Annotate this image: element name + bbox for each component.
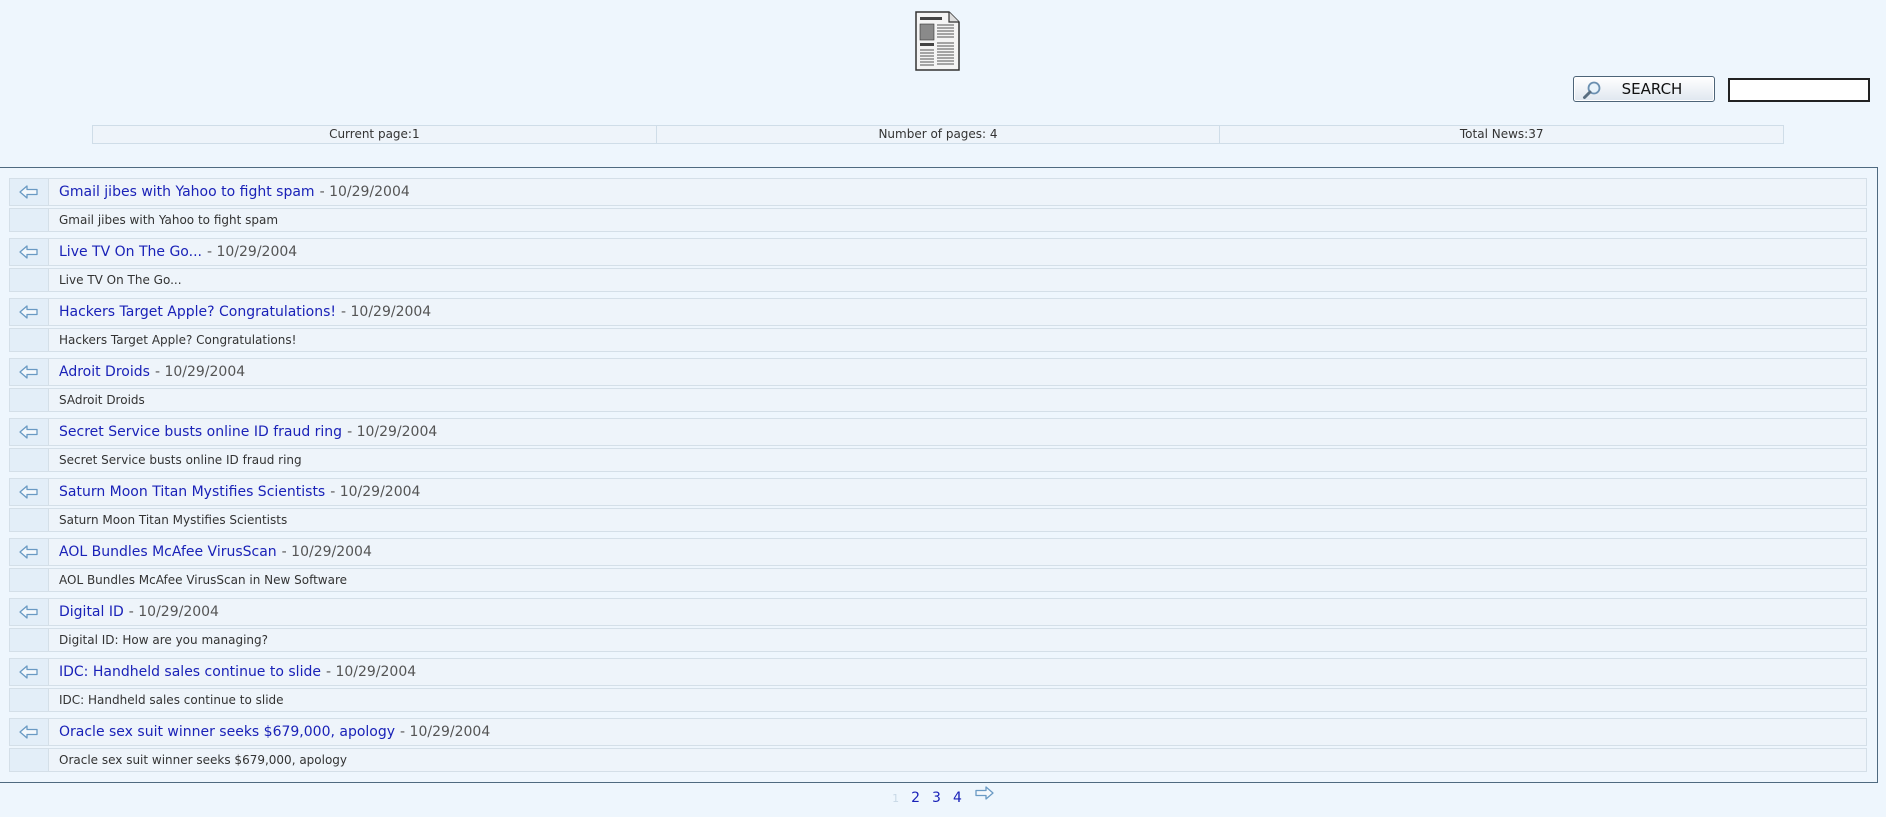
news-date: - 10/29/2004 <box>281 544 372 560</box>
news-title-link[interactable]: Saturn Moon Titan Mystifies Scientists <box>59 484 325 500</box>
number-of-pages-label: Number of pages: 4 <box>657 126 1221 143</box>
news-title-row: Gmail jibes with Yahoo to fight spam - 10… <box>9 178 1867 206</box>
news-description: Saturn Moon Titan Mystifies Scientists <box>59 513 288 527</box>
news-title-link[interactable]: Oracle sex suit winner seeks $679,000, a… <box>59 724 395 740</box>
news-desc-row: Digital ID: How are you managing? <box>9 628 1867 652</box>
news-description: Oracle sex suit winner seeks $679,000, a… <box>59 753 348 767</box>
left-arrow-icon[interactable] <box>10 359 49 385</box>
current-page-number: 1 <box>892 791 900 805</box>
page-link-4[interactable]: 4 <box>953 790 962 806</box>
news-title-link[interactable]: Digital ID <box>59 604 124 620</box>
row-spacer <box>10 449 49 471</box>
news-title-row: Digital ID - 10/29/2004 <box>9 598 1867 626</box>
news-date: - 10/29/2004 <box>341 304 432 320</box>
row-spacer <box>10 389 49 411</box>
news-desc-row: AOL Bundles McAfee VirusScan in New Soft… <box>9 568 1867 592</box>
news-title-link[interactable]: Secret Service busts online ID fraud rin… <box>59 424 342 440</box>
news-description: Live TV On The Go... <box>59 273 182 287</box>
news-title-row: Adroit Droids - 10/29/2004 <box>9 358 1867 386</box>
pagination: 1 2 3 4 <box>0 786 1886 809</box>
news-desc-row: Secret Service busts online ID fraud rin… <box>9 448 1867 472</box>
news-title-row: AOL Bundles McAfee VirusScan - 10/29/2004 <box>9 538 1867 566</box>
news-title-row: Hackers Target Apple? Congratulations! - … <box>9 298 1867 326</box>
news-date: - 10/29/2004 <box>206 244 298 260</box>
news-description: Hackers Target Apple? Congratulations! <box>59 333 297 347</box>
news-title-row: Secret Service busts online ID fraud rin… <box>9 418 1867 446</box>
news-desc-row: Oracle sex suit winner seeks $679,000, a… <box>9 748 1867 772</box>
news-description: AOL Bundles McAfee VirusScan in New Soft… <box>59 573 348 587</box>
news-list: Gmail jibes with Yahoo to fight spam - 10… <box>0 167 1878 783</box>
row-spacer <box>10 749 49 771</box>
news-title-link[interactable]: Gmail jibes with Yahoo to fight spam <box>59 184 315 200</box>
news-desc-row: SAdroit Droids <box>9 388 1867 412</box>
left-arrow-icon[interactable] <box>10 419 49 445</box>
page-link-3[interactable]: 3 <box>932 790 941 806</box>
page-link-2[interactable]: 2 <box>911 790 920 806</box>
row-spacer <box>10 629 49 651</box>
news-title-link[interactable]: Adroit Droids <box>59 364 150 380</box>
news-description: Secret Service busts online ID fraud rin… <box>59 453 302 467</box>
news-title-link[interactable]: Live TV On The Go... <box>59 244 202 260</box>
news-title-row: IDC: Handheld sales continue to slide - 1… <box>9 658 1867 686</box>
news-desc-row: Hackers Target Apple? Congratulations! <box>9 328 1867 352</box>
row-spacer <box>10 329 49 351</box>
current-page-label: Current page:1 <box>93 126 657 143</box>
news-description: Digital ID: How are you managing? <box>59 633 268 647</box>
left-arrow-icon[interactable] <box>10 299 49 325</box>
stats-bar: Current page:1 Number of pages: 4 Total … <box>92 125 1784 144</box>
row-spacer <box>10 209 49 231</box>
news-description: SAdroit Droids <box>59 393 145 407</box>
newspaper-logo-icon <box>913 10 961 72</box>
row-spacer <box>10 689 49 711</box>
next-page-arrow-icon[interactable] <box>974 786 994 804</box>
row-spacer <box>10 569 49 591</box>
news-date: - 10/29/2004 <box>154 364 246 380</box>
left-arrow-icon[interactable] <box>10 719 49 745</box>
news-date: - 10/29/2004 <box>128 604 219 620</box>
news-date: - 10/29/2004 <box>347 424 438 440</box>
search-button-label: SEARCH <box>1621 80 1683 98</box>
left-arrow-icon[interactable] <box>10 599 49 625</box>
news-desc-row: Live TV On The Go... <box>9 268 1867 292</box>
left-arrow-icon[interactable] <box>10 239 49 265</box>
news-title-link[interactable]: AOL Bundles McAfee VirusScan <box>59 544 277 560</box>
total-news-label: Total News:37 <box>1459 127 1544 141</box>
left-arrow-icon[interactable] <box>10 179 49 205</box>
news-date: - 10/29/2004 <box>325 664 417 680</box>
news-title-row: Oracle sex suit winner seeks $679,000, a… <box>9 718 1867 746</box>
news-description: Gmail jibes with Yahoo to fight spam <box>59 213 279 227</box>
news-title-link[interactable]: IDC: Handheld sales continue to slide <box>59 664 321 680</box>
news-desc-row: Gmail jibes with Yahoo to fight spam <box>9 208 1867 232</box>
row-spacer <box>10 509 49 531</box>
search-button[interactable]: SEARCH <box>1573 76 1715 102</box>
news-title-row: Live TV On The Go... - 10/29/2004 <box>9 238 1867 266</box>
news-title-link[interactable]: Hackers Target Apple? Congratulations! <box>59 304 336 320</box>
news-desc-row: IDC: Handheld sales continue to slide <box>9 688 1867 712</box>
news-date: - 10/29/2004 <box>330 484 421 500</box>
news-description: IDC: Handheld sales continue to slide <box>59 693 284 707</box>
news-date: - 10/29/2004 <box>319 184 410 200</box>
left-arrow-icon[interactable] <box>10 659 49 685</box>
left-arrow-icon[interactable] <box>10 479 49 505</box>
news-title-row: Saturn Moon Titan Mystifies Scientists - … <box>9 478 1867 506</box>
row-spacer <box>10 269 49 291</box>
news-desc-row: Saturn Moon Titan Mystifies Scientists <box>9 508 1867 532</box>
left-arrow-icon[interactable] <box>10 539 49 565</box>
news-date: - 10/29/2004 <box>400 724 491 740</box>
search-input[interactable] <box>1728 78 1870 102</box>
